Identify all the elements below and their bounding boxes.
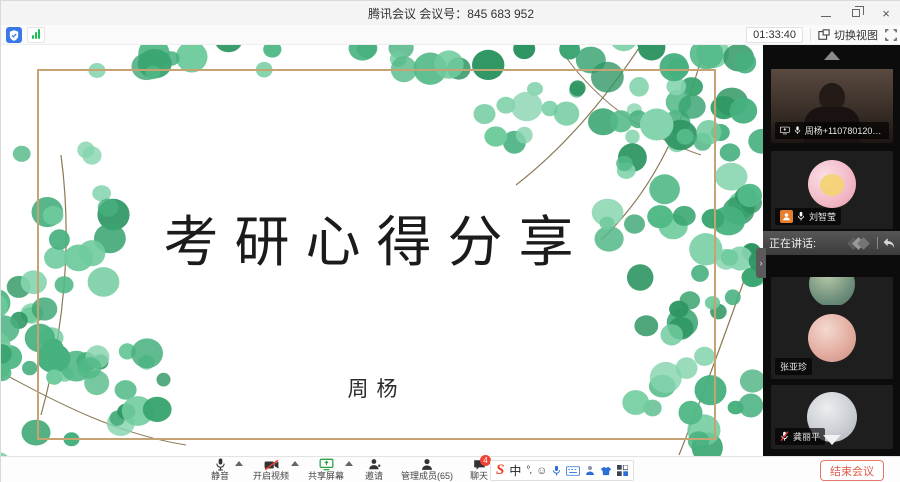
invite-person-icon xyxy=(368,458,381,471)
manage-members-label: 管理成员(65) xyxy=(401,471,453,481)
manage-members-button[interactable]: 管理成员(65) xyxy=(395,458,459,482)
fullscreen-icon xyxy=(885,29,897,41)
shared-screen-area: 考研心得分享 周杨 xyxy=(1,45,763,456)
start-video-label: 开启视频 xyxy=(253,471,289,481)
invite-label: 邀请 xyxy=(365,471,383,481)
window-titlebar: 腾讯会议 会议号：845 683 952 × xyxy=(1,1,900,25)
start-video-button[interactable]: 开启视频 xyxy=(243,458,299,482)
meeting-toolbar: 静音 开启视频 共享屏幕 邀请 管理成员(65) xyxy=(1,456,900,482)
avatar xyxy=(809,277,855,307)
ime-punctuation-toggle[interactable]: °, xyxy=(526,465,531,476)
participant-name-tag: 周杨+110780120400... xyxy=(775,122,889,139)
avatar xyxy=(808,314,856,362)
participant-name-tag: 刘智莹 xyxy=(775,208,841,225)
slide-title: 考研心得分享 xyxy=(37,197,716,277)
mic-on-icon xyxy=(797,211,805,222)
end-meeting-button[interactable]: 结束会议 xyxy=(820,460,884,481)
security-shield-icon[interactable] xyxy=(6,27,22,43)
switch-view-label: 切换视图 xyxy=(834,27,878,43)
chat-label: 聊天 xyxy=(470,471,488,481)
camera-off-icon xyxy=(264,459,279,471)
ime-voice-icon[interactable] xyxy=(552,465,561,477)
status-strip: 01:33:40 切换视图 xyxy=(1,25,900,45)
divider xyxy=(877,237,878,249)
invite-button[interactable]: 邀请 xyxy=(353,458,395,482)
share-options-caret[interactable] xyxy=(345,461,353,466)
mic-icon xyxy=(215,458,226,471)
avatar xyxy=(808,160,856,208)
ime-person-icon[interactable] xyxy=(585,465,595,476)
ime-keyboard-icon[interactable] xyxy=(566,466,580,476)
meeting-window: 腾讯会议 会议号：845 683 952 × 01:33:40 切换视图 xyxy=(0,0,900,482)
share-screen-icon xyxy=(319,458,334,471)
ime-toolbar: S 中 °, ☺ xyxy=(490,460,634,481)
close-button[interactable]: × xyxy=(871,1,900,25)
mute-button[interactable]: 静音 xyxy=(197,458,243,482)
ime-emoji-button[interactable]: ☺ xyxy=(536,465,547,477)
person-icon xyxy=(421,458,433,471)
speaking-now-label: 正在讲话: xyxy=(769,235,849,251)
participants-sidebar: 周杨+110780120400... 刘智莹 朱曼琳 正在讲话: xyxy=(763,45,900,456)
share-screen-button[interactable]: 共享屏幕 xyxy=(299,458,353,482)
meeting-timer: 01:33:40 xyxy=(746,27,803,43)
ime-toolbox-icon[interactable] xyxy=(617,465,628,476)
scroll-up-button[interactable] xyxy=(763,51,900,60)
slide-author: 周杨 xyxy=(37,373,716,403)
restore-icon xyxy=(852,9,860,17)
participant-name: 周杨+110780120400... xyxy=(805,124,884,137)
sidebar-collapse-handle[interactable]: › xyxy=(756,248,766,278)
chevron-down-icon xyxy=(823,435,841,445)
restore-button[interactable] xyxy=(841,1,871,25)
speaking-now-bar: 正在讲话: xyxy=(763,231,900,255)
switch-view-button[interactable]: 切换视图 xyxy=(818,27,878,43)
fullscreen-button[interactable] xyxy=(885,29,897,41)
scroll-down-button[interactable] xyxy=(763,435,900,445)
mute-label: 静音 xyxy=(211,471,229,481)
switch-view-icon xyxy=(818,29,830,41)
network-signal-icon[interactable] xyxy=(27,27,45,43)
participant-tile[interactable]: 张亚珍 xyxy=(771,305,893,379)
ime-skin-icon[interactable] xyxy=(600,466,612,476)
ime-mode-toggle[interactable]: 中 xyxy=(509,462,521,479)
participant-name: 刘智莹 xyxy=(809,210,836,223)
sogou-logo-icon[interactable]: S xyxy=(496,463,504,478)
participant-name-tag: 张亚珍 xyxy=(775,358,812,375)
host-badge-icon xyxy=(780,210,793,223)
chevron-up-icon xyxy=(824,51,840,60)
meeting-logo-icon xyxy=(849,239,868,248)
mute-options-caret[interactable] xyxy=(235,461,243,466)
minimize-button[interactable] xyxy=(811,1,841,25)
mic-on-icon xyxy=(794,125,801,136)
divider xyxy=(810,29,811,41)
share-screen-label: 共享屏幕 xyxy=(308,471,344,481)
video-options-caret[interactable] xyxy=(291,461,299,466)
window-title: 腾讯会议 会议号：845 683 952 xyxy=(1,5,811,22)
minimize-icon xyxy=(821,16,831,17)
participant-tile[interactable]: 刘智莹 xyxy=(771,151,893,229)
back-arrow-icon[interactable] xyxy=(882,237,895,249)
screen-share-icon xyxy=(780,126,790,135)
participant-name: 张亚珍 xyxy=(780,360,807,373)
participant-video-tile[interactable]: 周杨+110780120400... xyxy=(771,69,893,143)
